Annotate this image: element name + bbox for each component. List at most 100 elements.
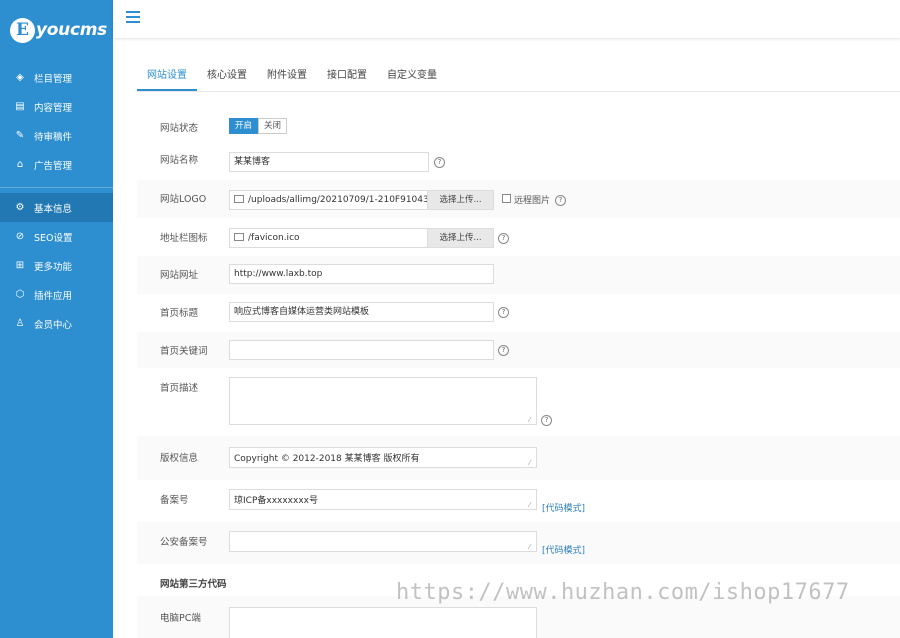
resize-grip-icon[interactable]: ⁄ [529, 544, 535, 551]
form-row-logo: 网站LOGO /uploads/allimg/20210709/1-210F91… [137, 180, 900, 218]
copyright-textarea[interactable]: Copyright © 2012-2018 某某博客 版权所有 ⁄ [229, 447, 537, 468]
resize-grip-icon[interactable]: ⁄ [529, 417, 535, 424]
sidebar-item-member-center[interactable]: ♙ 会员中心 [0, 309, 113, 338]
logo-path-value: /uploads/allimg/20210709/1-210F910433 [248, 195, 429, 205]
edit-document-icon: ✎ [15, 130, 25, 141]
sidebar-nav-bottom: ⚙ 基本信息 ⊘ SEO设置 ⊞ 更多功能 ⬡ 插件应用 ♙ 会员中心 [0, 193, 113, 338]
site-name-input[interactable]: 某某博客 [229, 152, 429, 172]
sidebar-divider [0, 187, 113, 188]
code-mode-link[interactable]: [代码模式] [542, 543, 585, 556]
hamburger-menu-icon[interactable] [126, 11, 140, 23]
sidebar-item-column-management[interactable]: ◈ 栏目管理 [0, 63, 113, 92]
field-label: 网站名称 [160, 155, 199, 166]
logo-upload-button[interactable]: 选择上传... [427, 190, 494, 210]
police-record-textarea[interactable]: ⁄ [229, 531, 537, 552]
form-row-description: 首页描述 ⁄ ? [137, 368, 900, 436]
pc-code-textarea[interactable] [229, 607, 537, 638]
sidebar-item-label: 广告管理 [34, 160, 73, 172]
home-title-input[interactable]: 响应式博客自媒体运营类网站模板 [229, 302, 494, 322]
favicon-path-input[interactable]: /favicon.ico [229, 228, 429, 248]
user-icon: ♙ [15, 318, 25, 329]
help-icon[interactable]: ? [498, 233, 509, 244]
field-label: 地址栏图标 [160, 233, 208, 244]
logo-text: youcms [36, 20, 107, 40]
site-url-input[interactable]: http://www.laxb.top [229, 264, 494, 284]
help-icon[interactable]: ? [555, 195, 566, 206]
logo[interactable]: E youcms [0, 0, 113, 60]
favicon-path-value: /favicon.ico [248, 233, 300, 243]
home-keywords-input[interactable] [229, 340, 494, 360]
ad-icon: ⌂ [16, 159, 24, 170]
sidebar-item-pending-review[interactable]: ✎ 待审稿件 [0, 121, 113, 150]
sidebar-item-basic-info[interactable]: ⚙ 基本信息 [0, 193, 113, 222]
favicon-upload-button[interactable]: 选择上传... [427, 228, 494, 248]
form-row-url: 网站网址 http://www.laxb.top [137, 256, 900, 294]
sidebar-item-plugins[interactable]: ⬡ 插件应用 [0, 280, 113, 309]
help-icon[interactable]: ? [498, 345, 509, 356]
sidebar-item-content-management[interactable]: ▤ 内容管理 [0, 92, 113, 121]
tab-attachment-settings[interactable]: 附件设置 [257, 60, 317, 91]
document-icon: ▤ [15, 101, 25, 112]
gear-icon: ⚙ [15, 202, 25, 213]
tab-custom-variables[interactable]: 自定义变量 [377, 60, 447, 91]
watermark-text: https://www.huzhan.com/ishop17677 [396, 580, 850, 605]
image-file-icon [234, 195, 244, 203]
top-bar [113, 0, 900, 38]
sidebar-item-ad-management[interactable]: ⌂ 广告管理 [0, 150, 113, 179]
sidebar-item-label: 待审稿件 [34, 131, 73, 143]
logo-path-input[interactable]: /uploads/allimg/20210709/1-210F910433 [229, 190, 429, 210]
icp-value: 琼ICP备xxxxxxxx号 [234, 496, 318, 506]
home-description-textarea[interactable]: ⁄ [229, 377, 537, 425]
tab-api-config[interactable]: 接口配置 [317, 60, 377, 91]
tab-core-settings[interactable]: 核心设置 [197, 60, 257, 91]
field-label: 网站状态 [160, 123, 199, 134]
copyright-value: Copyright © 2012-2018 某某博客 版权所有 [234, 454, 420, 464]
resize-grip-icon[interactable]: ⁄ [529, 502, 535, 509]
form-row-title: 首页标题 响应式博客自媒体运营类网站模板 ? [137, 294, 900, 332]
field-label: 网站网址 [160, 270, 199, 281]
help-icon[interactable]: ? [541, 415, 552, 426]
status-on-button[interactable]: 开启 [229, 118, 259, 134]
field-label: 首页标题 [160, 308, 199, 319]
remote-image-checkbox[interactable] [502, 194, 511, 203]
status-off-button[interactable]: 关闭 [258, 118, 288, 134]
field-label: 首页关键词 [160, 346, 208, 357]
sidebar-item-label: 栏目管理 [34, 73, 73, 85]
sidebar: E youcms ◈ 栏目管理 ▤ 内容管理 ✎ 待审稿件 ⌂ 广告管理 ⚙ 基… [0, 0, 113, 638]
form-row-name: 网站名称 某某博客 ? [137, 142, 900, 180]
settings-tabs: 网站设置 核心设置 附件设置 接口配置 自定义变量 [137, 60, 900, 92]
field-label: 电脑PC端 [160, 613, 201, 624]
sidebar-nav-top: ◈ 栏目管理 ▤ 内容管理 ✎ 待审稿件 ⌂ 广告管理 [0, 63, 113, 179]
remote-image-label: 远程图片 [514, 196, 551, 206]
sidebar-item-label: 会员中心 [34, 319, 73, 331]
logo-mark: E [10, 17, 35, 43]
site-status-toggle: 开启 关闭 [229, 118, 288, 134]
field-label: 首页描述 [160, 383, 199, 394]
help-icon[interactable]: ? [498, 307, 509, 318]
layers-icon: ◈ [16, 72, 24, 83]
code-mode-link[interactable]: [代码模式] [542, 501, 585, 514]
plugin-icon: ⬡ [15, 289, 25, 300]
image-file-icon [234, 233, 244, 241]
help-icon[interactable]: ? [434, 157, 445, 168]
form-row-keywords: 首页关键词 ? [137, 332, 900, 368]
sidebar-item-label: 基本信息 [34, 203, 73, 215]
field-label: 备案号 [160, 495, 189, 506]
form-row-icp: 备案号 琼ICP备xxxxxxxx号 ⁄ [代码模式] [137, 480, 900, 522]
resize-grip-icon[interactable]: ⁄ [529, 460, 535, 467]
section-title: 网站第三方代码 [160, 579, 227, 590]
tab-site-settings[interactable]: 网站设置 [137, 60, 197, 91]
form-row-favicon: 地址栏图标 /favicon.ico 选择上传... ? [137, 218, 900, 256]
field-label: 版权信息 [160, 453, 199, 464]
sidebar-item-label: 插件应用 [34, 290, 73, 302]
seo-icon: ⊘ [15, 231, 25, 242]
sidebar-item-more-features[interactable]: ⊞ 更多功能 [0, 251, 113, 280]
form-row-copyright: 版权信息 Copyright © 2012-2018 某某博客 版权所有 ⁄ [137, 436, 900, 480]
grid-icon: ⊞ [15, 260, 25, 271]
field-label: 公安备案号 [160, 537, 208, 548]
sidebar-item-seo[interactable]: ⊘ SEO设置 [0, 222, 113, 251]
field-label: 网站LOGO [160, 194, 207, 205]
main-content: 网站设置 核心设置 附件设置 接口配置 自定义变量 网站状态 开启 关闭 网站名… [137, 60, 900, 638]
sidebar-item-label: 更多功能 [34, 261, 73, 273]
icp-textarea[interactable]: 琼ICP备xxxxxxxx号 ⁄ [229, 489, 537, 510]
